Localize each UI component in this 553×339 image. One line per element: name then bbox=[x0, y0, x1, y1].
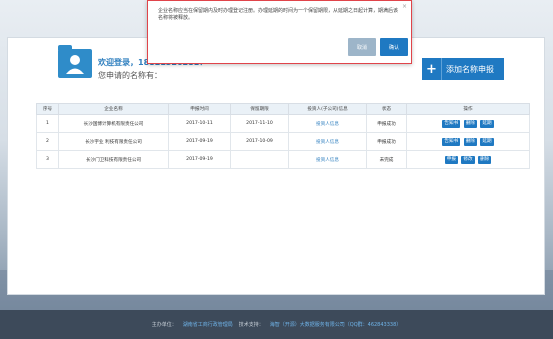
col-header: 企业名称 bbox=[58, 103, 169, 115]
status-text: 未完成 bbox=[366, 150, 407, 169]
expiry-date: 2017-10-09 bbox=[230, 132, 289, 151]
delete-button[interactable]: 删除 bbox=[463, 119, 477, 128]
col-header: 申报时间 bbox=[168, 103, 231, 115]
extend-button[interactable]: 延期 bbox=[480, 137, 494, 146]
support-name: 海智（开源）大数据服务有限公司（QQ群：462843338） bbox=[269, 322, 402, 328]
col-header: 序号 bbox=[36, 103, 59, 115]
edit-button[interactable]: 修改 bbox=[461, 155, 475, 164]
notice-button[interactable]: 告知书 bbox=[442, 119, 461, 128]
col-header: 投资人(子公司)信息 bbox=[288, 103, 367, 115]
extend-button[interactable]: 延期 bbox=[480, 119, 494, 128]
col-header: 保留期限 bbox=[230, 103, 289, 115]
applications-table: 序号 企业名称 申报时间 保留期限 投资人(子公司)信息 状态 操作 1 长沙国… bbox=[36, 103, 530, 169]
add-name-apply-button[interactable]: + 添加名称申报 bbox=[422, 58, 504, 80]
expiry-date bbox=[230, 150, 289, 169]
investor-info-link[interactable]: 投资人信息 bbox=[316, 122, 339, 127]
delete-button[interactable]: 删除 bbox=[478, 155, 492, 164]
company-name: 长沙国博计算机有限责任公司 bbox=[58, 114, 169, 133]
delete-button[interactable]: 删除 bbox=[463, 137, 477, 146]
expiry-date: 2017-11-10 bbox=[230, 114, 289, 133]
apply-date: 2017-09-19 bbox=[168, 132, 231, 151]
apply-date: 2017-10-11 bbox=[168, 114, 231, 133]
row-number: 2 bbox=[36, 132, 59, 151]
confirm-button[interactable]: 确认 bbox=[380, 38, 408, 56]
cancel-button[interactable]: 取消 bbox=[348, 38, 376, 56]
notice-button[interactable]: 告知书 bbox=[442, 137, 461, 146]
row-number: 1 bbox=[36, 114, 59, 133]
status-text: 申报成功 bbox=[366, 132, 407, 151]
company-name: 长沙门卫科技有限责任公司 bbox=[58, 150, 169, 169]
host-label: 主办单位： bbox=[151, 322, 177, 328]
table-header-row: 序号 企业名称 申报时间 保留期限 投资人(子公司)信息 状态 操作 bbox=[36, 103, 530, 115]
plus-icon: + bbox=[422, 58, 442, 80]
company-name: 长沙宇业 利技有限责任公司 bbox=[58, 132, 169, 151]
close-icon[interactable]: × bbox=[402, 3, 407, 10]
user-folder-icon bbox=[58, 45, 92, 78]
apply-date: 2017-09-19 bbox=[168, 150, 231, 169]
row-number: 3 bbox=[36, 150, 59, 169]
investor-info-link[interactable]: 投资人信息 bbox=[316, 140, 339, 145]
main-panel: 欢迎登录，18821326281！ 您申请的名称有： + 添加名称申报 序号 企… bbox=[7, 37, 545, 295]
table-row: 3 长沙门卫科技有限责任公司 2017-09-19 投资人信息 未完成 申报 修… bbox=[36, 150, 530, 169]
dialog-message: 企业名称应当在保留期内及时办理登记注册。办理延期的时间为一个保留期限，从延期之日… bbox=[158, 8, 399, 21]
support-label: 技术支持： bbox=[238, 322, 264, 328]
table-row: 2 长沙宇业 利技有限责任公司 2017-09-19 2017-10-09 投资… bbox=[36, 132, 530, 151]
confirm-dialog: × 企业名称应当在保留期内及时办理登记注册。办理延期的时间为一个保留期限，从延期… bbox=[147, 0, 412, 64]
investor-info-link[interactable]: 投资人信息 bbox=[316, 158, 339, 163]
applied-names-label: 您申请的名称有： bbox=[98, 71, 162, 80]
submit-button[interactable]: 申报 bbox=[444, 155, 458, 164]
table-row: 1 长沙国博计算机有限责任公司 2017-10-11 2017-11-10 投资… bbox=[36, 114, 530, 133]
col-header: 操作 bbox=[406, 103, 530, 115]
host-name: 湖南省工商行政管理局 bbox=[182, 322, 233, 328]
status-text: 申报成功 bbox=[366, 114, 407, 133]
footer: 主办单位： 湖南省工商行政管理局 技术支持： 海智（开源）大数据服务有限公司（Q… bbox=[0, 310, 553, 339]
col-header: 状态 bbox=[366, 103, 407, 115]
